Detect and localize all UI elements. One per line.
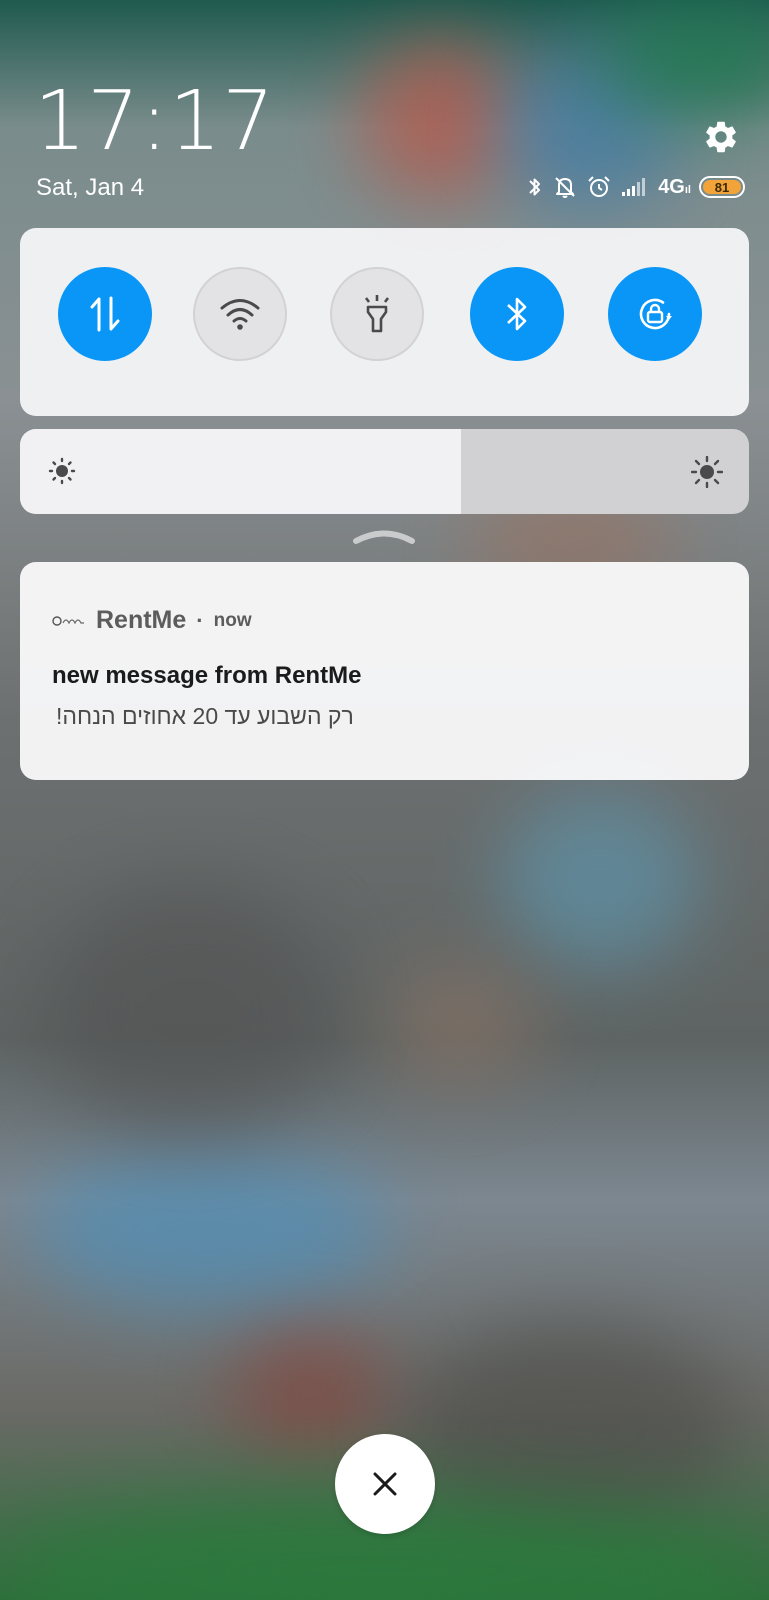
notification-separator: · [196,607,204,633]
alarm-icon [586,174,612,200]
notification-title: new message from RentMe [52,662,362,689]
expand-toggles-handle[interactable] [352,526,416,546]
brightness-high-icon [690,455,724,493]
brightness-slider-fill [20,429,462,514]
flashlight-icon [364,295,390,333]
rotate-lock-icon [639,298,672,330]
notification-header: RentMe · now [52,606,252,635]
gear-icon [706,121,736,153]
clock: 17:17 [34,74,276,169]
network-type: 4Gıl [658,175,691,198]
mobile-data-icon [90,296,120,332]
quick-toggles-panel [20,228,749,416]
settings-button[interactable] [700,116,742,158]
silent-bell-icon [552,174,578,200]
bluetooth-icon [507,297,527,331]
notification-body: רק השבוע עד 20 אחוזים הנחה! [56,703,354,729]
date-label: Sat, Jan 4 [36,174,145,201]
rentme-logo-icon [52,615,84,626]
notification-card[interactable]: RentMe · now new message from RentMe רק … [20,562,749,780]
wifi-icon [220,299,260,330]
brightness-slider[interactable] [20,429,749,514]
close-icon [373,1472,397,1496]
bluetooth-icon [526,175,544,199]
battery-indicator: 81 [699,176,745,198]
signal-icon [620,176,650,198]
chevron-up-icon [353,530,415,544]
toggle-wifi[interactable] [193,267,287,361]
notification-time: now [213,609,252,631]
brightness-low-icon [48,457,76,490]
toggle-flashlight[interactable] [330,267,424,361]
toggle-rotate-lock[interactable] [608,267,702,361]
close-button[interactable] [335,1434,435,1534]
toggle-bluetooth[interactable] [470,267,564,361]
toggle-mobile-data[interactable] [58,267,152,361]
status-bar: 4Gıl 81 [526,172,745,202]
notification-app-name: RentMe [96,606,187,634]
battery-level: 81 [703,180,741,195]
